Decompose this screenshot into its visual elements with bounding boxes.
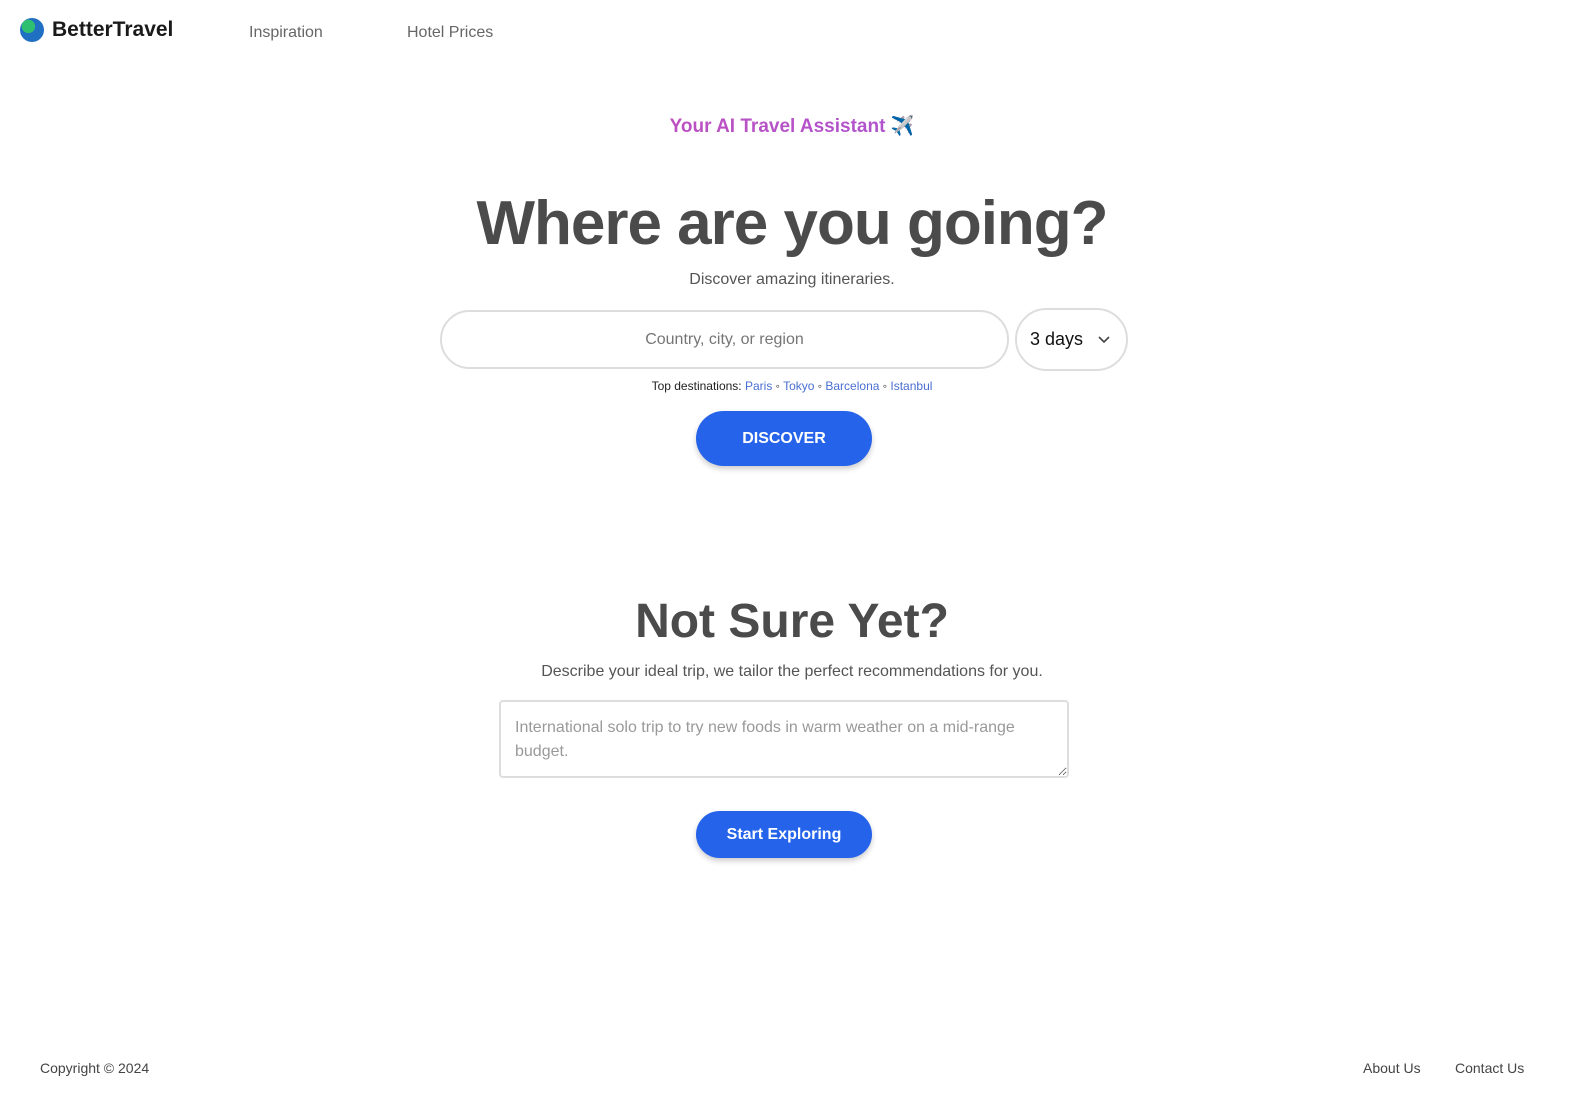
days-select[interactable]: 3 days [1015,308,1128,371]
section-subtitle: Describe your ideal trip, we tailor the … [541,663,1043,680]
nav-inspiration[interactable]: Inspiration [249,24,323,42]
brand-name: BetterTravel [52,18,174,41]
destination-paris[interactable]: Paris [745,379,772,393]
destination-input[interactable] [440,310,1009,369]
brand-logo[interactable]: BetterTravel [20,18,173,42]
days-value: 3 days [1030,329,1084,349]
separator: ◦ [882,379,888,393]
contact-us-link[interactable]: Contact Us [1455,1060,1524,1076]
hero-subtitle: Discover amazing itineraries. [689,271,895,288]
navbar: BetterTravel [20,18,173,42]
trip-description-textarea[interactable] [499,700,1069,778]
separator: ◦ [817,379,823,393]
tagline-text: Your AI Travel Assistant [669,116,886,137]
destination-barcelona[interactable]: Barcelona [825,379,879,393]
discover-button[interactable]: DISCOVER [696,411,872,466]
about-us-link[interactable]: About Us [1363,1060,1421,1076]
separator: ◦ [775,379,780,393]
start-exploring-button[interactable]: Start Exploring [696,811,872,858]
top-destinations: Top destinations: Paris ◦ Tokyo ◦ Barcel… [0,379,1584,393]
destination-istanbul[interactable]: Istanbul [890,379,932,393]
nav-hotel-prices[interactable]: Hotel Prices [407,24,493,42]
chevron-down-icon [1098,335,1110,343]
globe-icon [20,18,44,42]
top-destinations-label: Top destinations: [651,379,742,393]
section-title: Not Sure Yet? [635,595,949,648]
page-title: Where are you going? [476,189,1108,258]
destination-tokyo[interactable]: Tokyo [783,379,814,393]
tagline: Your AI Travel Assistant ✈️ [0,114,1584,138]
airplane-icon: ✈️ [890,116,915,137]
copyright: Copyright © 2024 [40,1060,150,1076]
